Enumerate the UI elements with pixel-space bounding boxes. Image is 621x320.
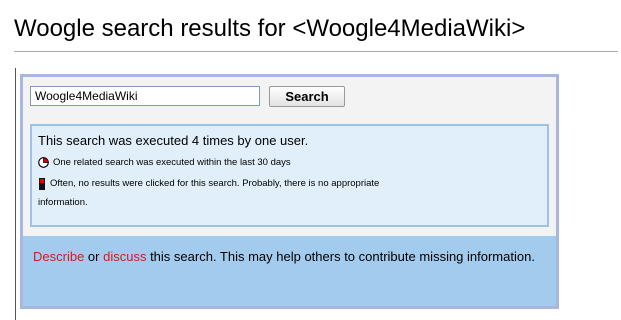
clicks-line: Often, no results were clicked for this … bbox=[38, 177, 547, 190]
related-search-text: One related search was executed within t… bbox=[53, 157, 291, 168]
page-title: Woogle search results for <Woogle4MediaW… bbox=[14, 15, 526, 42]
or-text: or bbox=[84, 249, 104, 264]
describe-link[interactable]: Describe bbox=[33, 249, 84, 264]
search-button[interactable]: Search bbox=[269, 85, 345, 107]
pie-chart-icon bbox=[38, 157, 49, 168]
discuss-text: this search. This may help others to con… bbox=[146, 249, 535, 264]
discuss-box: Describe or discuss this search. This ma… bbox=[23, 236, 556, 306]
clicks-text: Often, no results were clicked for this … bbox=[50, 178, 380, 189]
search-input[interactable] bbox=[30, 86, 260, 106]
title-divider bbox=[14, 51, 618, 52]
traffic-light-icon bbox=[39, 177, 45, 190]
woogle-panel: Search This search was executed 4 times … bbox=[20, 74, 559, 309]
clicks-text-continued: information. bbox=[38, 197, 88, 208]
discuss-link[interactable]: discuss bbox=[103, 249, 146, 264]
content-left-border bbox=[15, 68, 16, 320]
related-search-line: One related search was executed within t… bbox=[38, 156, 547, 169]
search-form: Search bbox=[30, 85, 345, 107]
search-count-summary: This search was executed 4 times by one … bbox=[38, 133, 309, 148]
search-stats-box: This search was executed 4 times by one … bbox=[30, 124, 549, 227]
